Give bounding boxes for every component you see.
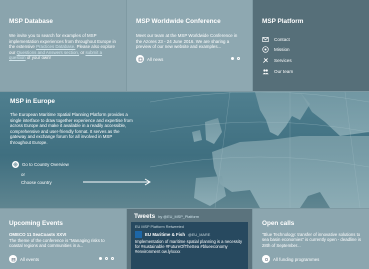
platform-item-contact[interactable]: Contact bbox=[262, 34, 360, 45]
platform-item-mission[interactable]: Mission bbox=[262, 45, 360, 56]
msp-database-tile: MSP Database We invite you to search for… bbox=[0, 0, 126, 91]
msp-database-text: We invite you to search for examples of … bbox=[9, 33, 116, 61]
pager-dot[interactable] bbox=[237, 57, 240, 60]
globe-icon bbox=[12, 161, 19, 168]
conference-tile[interactable]: MSP Worldwide Conference Meet our team a… bbox=[127, 0, 252, 91]
msp-europe-banner: MSP in Europe The European Maritime Spat… bbox=[0, 92, 369, 208]
news-pager[interactable] bbox=[231, 57, 240, 60]
pager-dot[interactable] bbox=[111, 257, 114, 260]
platform-item-services[interactable]: Services bbox=[262, 55, 360, 66]
or-label: or bbox=[21, 172, 25, 177]
tweet-text: Implementation of maritime spatial plann… bbox=[135, 239, 243, 255]
all-news-button[interactable]: All news bbox=[136, 55, 163, 63]
platform-item-team[interactable]: Our team bbox=[262, 66, 360, 77]
europe-map-image bbox=[149, 92, 369, 208]
open-calls-tile: Open calls "Blue Technology: transfer of… bbox=[253, 209, 369, 269]
country-overview-button[interactable]: Go to Country Overview bbox=[12, 161, 69, 168]
qa-section-link[interactable]: Questions and Answers section, bbox=[17, 50, 79, 55]
account-name[interactable]: EU Maritime & Fish bbox=[145, 232, 185, 237]
event-text: The theme of the conference is "Managing… bbox=[9, 238, 105, 249]
events-title: Upcoming Events bbox=[9, 220, 63, 227]
envelope-icon bbox=[262, 36, 269, 42]
all-events-button[interactable]: All events bbox=[9, 255, 39, 263]
conference-text: Meet our team at the MSP Worldwide Confe… bbox=[136, 33, 238, 50]
calendar-icon bbox=[9, 255, 17, 263]
account-handle[interactable]: @EU_MARE bbox=[188, 233, 210, 237]
msp-database-title: MSP Database bbox=[9, 18, 53, 25]
target-icon bbox=[262, 46, 269, 54]
platform-tile: MSP Platform Contact Mission Services Ou… bbox=[253, 0, 369, 91]
team-icon bbox=[262, 68, 269, 74]
news-icon bbox=[136, 55, 144, 63]
platform-title: MSP Platform bbox=[262, 18, 304, 25]
events-pager[interactable] bbox=[99, 257, 114, 260]
event-title[interactable]: OMECO 11 SeaCoasts XXVI bbox=[9, 232, 117, 237]
retweet-label: EU MSP Platform Retweeted bbox=[135, 225, 184, 229]
events-tile: Upcoming Events OMECO 11 SeaCoasts XXVI … bbox=[0, 209, 126, 269]
tweets-by-link[interactable]: by @EU_MSP_Platform bbox=[158, 215, 199, 219]
choose-country-button[interactable]: Choose country bbox=[21, 180, 52, 185]
tweets-tile: Tweets by @EU_MSP_Platform EU MSP Platfo… bbox=[127, 209, 252, 269]
arrow-right-icon bbox=[83, 178, 151, 186]
tweets-title: Tweets bbox=[134, 213, 156, 220]
conference-title: MSP Worldwide Conference bbox=[136, 18, 221, 25]
pager-dot[interactable] bbox=[99, 257, 102, 260]
pager-dot[interactable] bbox=[231, 57, 234, 60]
msp-europe-text: The European Maritime Spatial Planning P… bbox=[10, 112, 133, 145]
tweet-card[interactable]: EU MSP Platform Retweeted EU Maritime & … bbox=[131, 222, 248, 269]
open-calls-text: "Blue Technology: transfer of innovative… bbox=[262, 232, 361, 248]
msp-europe-title: MSP in Europe bbox=[10, 98, 55, 105]
services-icon bbox=[263, 58, 268, 63]
pager-dot[interactable] bbox=[105, 257, 108, 260]
all-funding-button[interactable]: All funding programmes bbox=[262, 255, 319, 263]
practices-database-link[interactable]: Practices Database. bbox=[36, 44, 75, 49]
funding-icon bbox=[262, 255, 270, 263]
open-calls-title: Open calls bbox=[262, 220, 295, 227]
account-avatar bbox=[135, 231, 142, 238]
